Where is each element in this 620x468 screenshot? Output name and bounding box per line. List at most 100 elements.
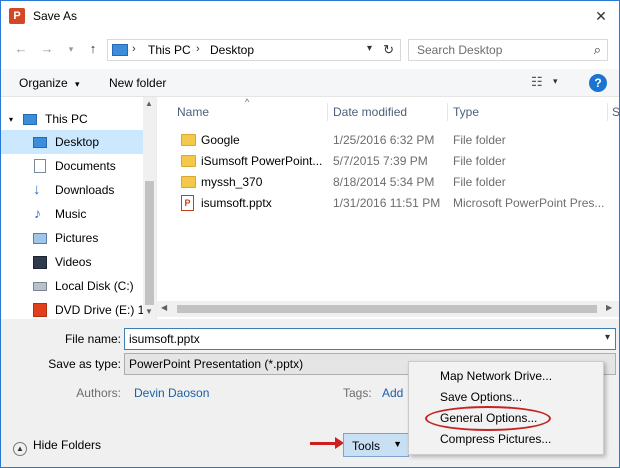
up-arrow-icon: ↑ <box>89 41 97 56</box>
nav-scrollbar[interactable]: ▲ ▼ <box>143 97 156 319</box>
authors-value[interactable]: Devin Daoson <box>134 386 209 400</box>
scroll-thumb[interactable] <box>177 305 597 313</box>
new-folder-button[interactable]: New folder <box>109 76 166 90</box>
help-icon[interactable]: ? <box>589 74 607 92</box>
nav-item-this-pc[interactable]: ▾ This PC <box>1 107 143 131</box>
menu-item-save-options[interactable]: Save Options... <box>440 390 522 404</box>
title-bar: P Save As ✕ <box>1 1 619 31</box>
chevron-down-icon: ▾ <box>75 79 80 89</box>
hide-folders-label: Hide Folders <box>33 438 102 452</box>
nav-item-downloads[interactable]: ↓ Downloads <box>1 178 143 202</box>
pictures-icon <box>33 233 47 244</box>
file-type: Microsoft PowerPoint Pres... <box>453 196 605 210</box>
command-toolbar: Organize ▾ New folder ☷ ▾ ? <box>1 69 619 97</box>
address-bar[interactable]: › This PC › Desktop ▾ ↻ <box>107 39 401 61</box>
annotation-highlight-ellipse <box>425 406 551 431</box>
nav-label: Downloads <box>55 183 115 197</box>
scroll-left-icon[interactable]: ◀ <box>161 303 167 312</box>
tools-button[interactable]: Tools ▼ <box>343 433 409 457</box>
nav-item-documents[interactable]: Documents <box>1 154 143 178</box>
up-button[interactable]: ↑ <box>85 40 101 58</box>
column-divider[interactable] <box>607 103 608 121</box>
filename-label: File name: <box>64 332 121 346</box>
nav-label: Desktop <box>55 135 100 149</box>
column-header-date[interactable]: Date modified <box>333 105 407 119</box>
scroll-down-icon[interactable]: ▼ <box>145 307 153 316</box>
folder-icon <box>181 155 196 167</box>
scroll-right-icon[interactable]: ▶ <box>606 303 612 312</box>
nav-item-dvd-drive[interactable]: DVD Drive (E:) 16 <box>1 298 151 319</box>
nav-label: Pictures <box>55 231 99 245</box>
organize-button[interactable]: Organize ▾ <box>19 76 80 90</box>
menu-item-map-network-drive[interactable]: Map Network Drive... <box>440 369 552 383</box>
view-options-icon[interactable]: ☷ <box>531 74 543 90</box>
savetype-value: PowerPoint Presentation (*.pptx) <box>129 357 304 371</box>
table-row[interactable]: myssh_370 8/18/2014 5:34 PM File folder <box>157 172 619 193</box>
authors-label: Authors: <box>76 386 121 400</box>
file-name: isumsoft.pptx <box>201 196 272 210</box>
folder-icon <box>181 134 196 146</box>
nav-item-local-disk[interactable]: Local Disk (C:) <box>1 274 143 298</box>
collapse-icon: ▲ <box>13 442 27 456</box>
tags-add-link[interactable]: Add <box>382 386 403 400</box>
nav-item-videos[interactable]: Videos <box>1 250 143 274</box>
annotation-arrow <box>310 442 338 445</box>
column-header-type[interactable]: Type <box>453 105 479 119</box>
organize-label: Organize <box>19 76 68 90</box>
pc-icon <box>112 44 128 56</box>
hide-folders-button[interactable]: ▲ Hide Folders <box>13 438 101 456</box>
back-arrow-icon: ← <box>14 41 28 56</box>
search-input[interactable]: Search Desktop ⌕ <box>408 39 608 61</box>
chevron-down-icon[interactable]: ▾ <box>605 332 610 343</box>
filename-input[interactable]: isumsoft.pptx ▾ <box>124 328 616 350</box>
videos-icon <box>33 256 47 269</box>
savetype-label: Save as type: <box>48 357 121 371</box>
breadcrumb-separator-icon: › <box>132 43 136 55</box>
back-button[interactable]: ← <box>13 40 29 58</box>
search-icon: ⌕ <box>593 42 601 57</box>
file-list: ^ Name Date modified Type S Google 1/25/… <box>156 97 619 319</box>
chevron-down-icon[interactable]: ▾ <box>9 115 23 129</box>
desktop-icon <box>33 137 47 148</box>
save-as-dialog: P Save As ✕ ← → ▾ ↑ › This PC › Desktop … <box>0 0 620 468</box>
horizontal-scrollbar[interactable]: ◀ ▶ <box>157 301 619 317</box>
column-divider[interactable] <box>447 103 448 121</box>
nav-label: Local Disk (C:) <box>55 279 134 293</box>
scroll-up-icon[interactable]: ▲ <box>145 99 153 108</box>
chevron-down-icon: ▼ <box>393 439 402 449</box>
pc-icon <box>23 114 37 125</box>
file-name: iSumsoft PowerPoint... <box>201 154 323 168</box>
recent-locations-button[interactable]: ▾ <box>63 40 79 58</box>
menu-item-compress-pictures[interactable]: Compress Pictures... <box>440 432 551 446</box>
forward-arrow-icon: → <box>40 41 54 56</box>
sort-ascending-icon: ^ <box>245 97 250 107</box>
chevron-down-icon[interactable]: ▾ <box>553 76 558 87</box>
close-button[interactable]: ✕ <box>589 5 613 27</box>
file-type: File folder <box>453 133 506 147</box>
column-divider[interactable] <box>327 103 328 121</box>
column-header-size[interactable]: S <box>612 105 619 119</box>
tools-label: Tools <box>352 439 381 453</box>
table-row[interactable]: P isumsoft.pptx 1/31/2016 11:51 PM Micro… <box>157 193 619 214</box>
address-dropdown-icon[interactable]: ▾ <box>367 43 372 54</box>
search-placeholder: Search Desktop <box>417 43 503 57</box>
scroll-thumb[interactable] <box>145 181 154 305</box>
downloads-icon: ↓ <box>33 181 41 198</box>
breadcrumb-desktop[interactable]: Desktop <box>210 43 254 57</box>
chevron-down-icon: ▾ <box>68 44 74 54</box>
forward-button[interactable]: → <box>39 40 55 58</box>
navigation-pane: ▾ This PC Desktop Documents ↓ Downloads … <box>1 97 156 319</box>
file-date: 5/7/2015 7:39 PM <box>333 154 428 168</box>
breadcrumb-this-pc[interactable]: This PC <box>148 43 191 57</box>
table-row[interactable]: iSumsoft PowerPoint... 5/7/2015 7:39 PM … <box>157 151 619 172</box>
column-header-name[interactable]: Name <box>177 105 209 119</box>
refresh-icon[interactable]: ↻ <box>383 42 394 58</box>
table-row[interactable]: Google 1/25/2016 6:32 PM File folder <box>157 130 619 151</box>
nav-label: This PC <box>45 112 88 126</box>
close-icon: ✕ <box>595 8 607 24</box>
nav-item-music[interactable]: ♪ Music <box>1 202 143 226</box>
nav-item-pictures[interactable]: Pictures <box>1 226 143 250</box>
disk-icon <box>33 282 47 291</box>
pptx-file-icon: P <box>181 195 194 211</box>
nav-item-desktop[interactable]: Desktop <box>1 130 143 154</box>
